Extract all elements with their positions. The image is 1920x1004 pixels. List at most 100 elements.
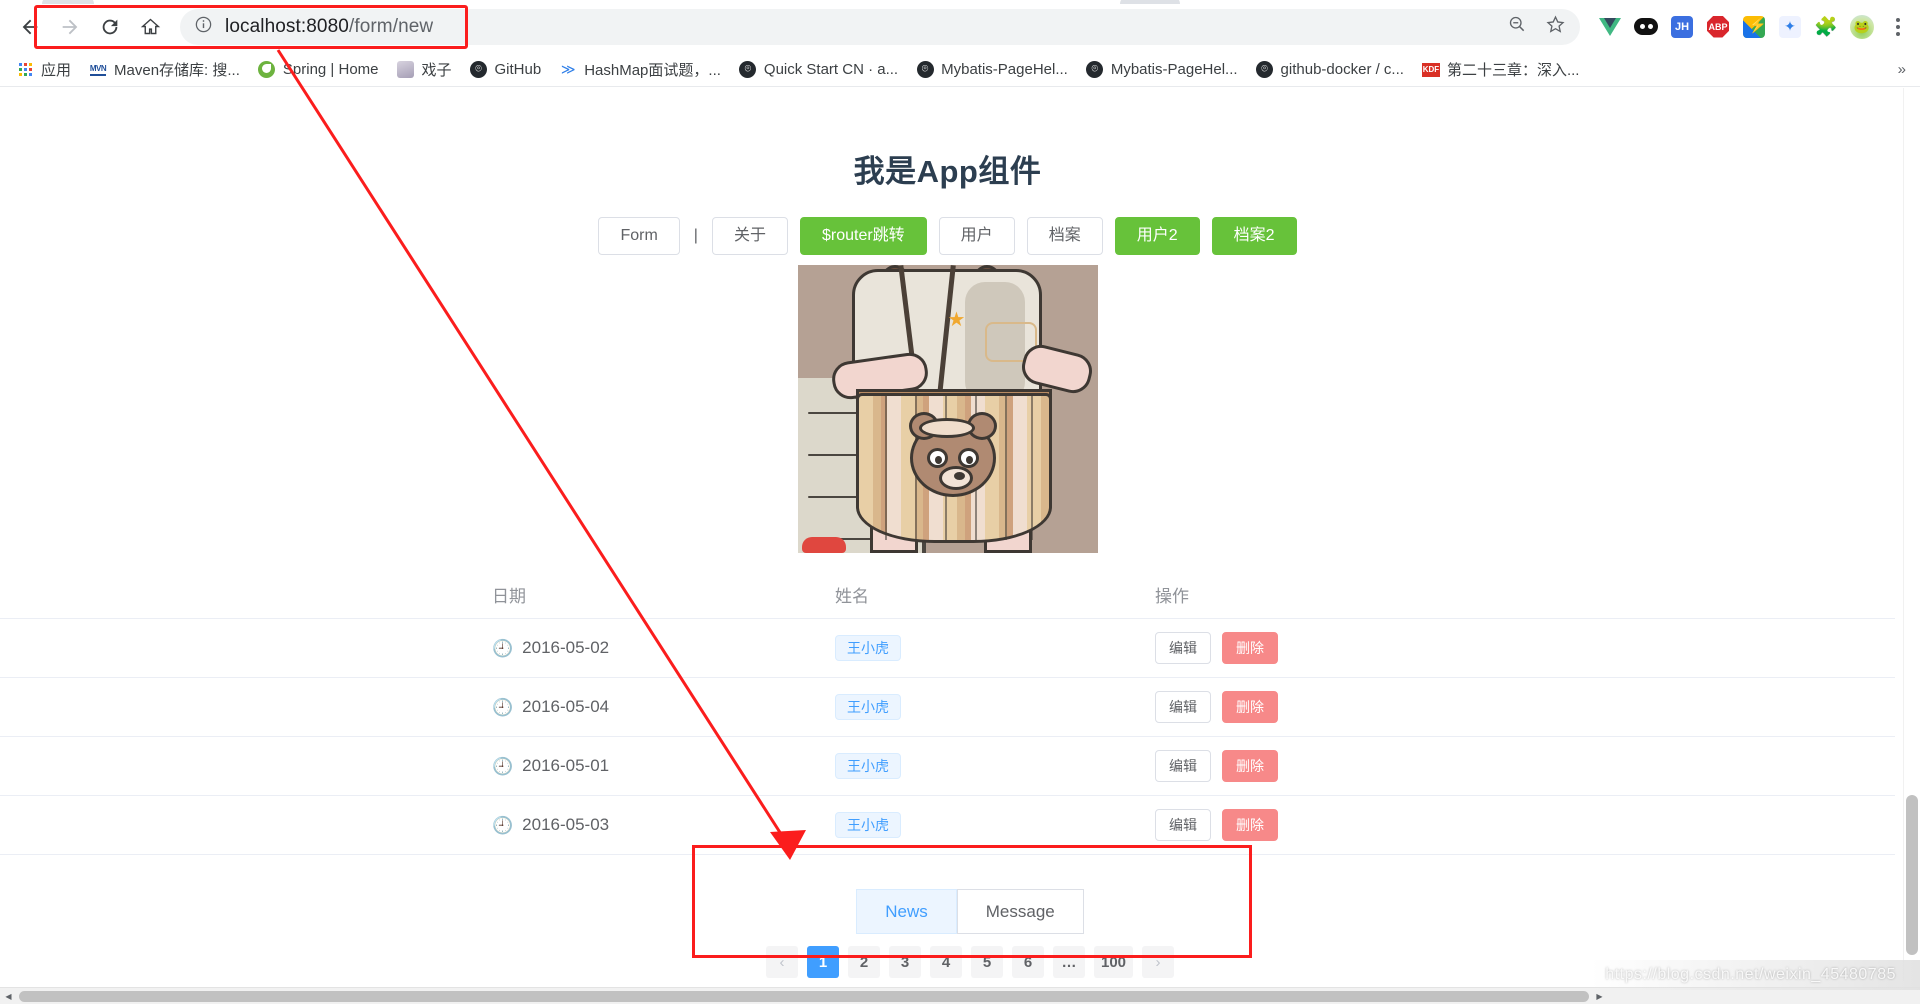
cell-date: 🕘 2016-05-03	[492, 815, 835, 835]
browser-toolbar: localhost:8080/form/new JH ABP ✦ 🧩 🐸	[0, 0, 1920, 53]
nav-link-about[interactable]: 关于	[711, 217, 788, 255]
data-table: 日期 姓名 操作 🕘 2016-05-02 王小虎 编辑 删除 🕘 2016-0…	[0, 571, 1895, 855]
clock-icon: 🕘	[492, 697, 514, 717]
cell-actions: 编辑 删除	[1155, 632, 1455, 664]
extensions-puzzle-icon[interactable]: 🧩	[1814, 15, 1838, 39]
pagination-next[interactable]: ›	[1142, 946, 1175, 978]
forward-button[interactable]	[50, 7, 90, 47]
tab-news[interactable]: News	[856, 889, 957, 934]
apps-grid-icon	[16, 61, 34, 79]
reload-button[interactable]	[90, 7, 130, 47]
bookmark-label: GitHub	[494, 61, 542, 78]
pagination-page-1[interactable]: 1	[806, 946, 839, 978]
cell-date: 🕘 2016-05-01	[492, 756, 835, 776]
zoom-out-icon[interactable]	[1507, 14, 1527, 39]
profile-avatar-icon[interactable]: 🐸	[1850, 14, 1874, 39]
tab-message[interactable]: Message	[956, 889, 1084, 934]
pagination-page-2[interactable]: 2	[847, 946, 880, 978]
cell-date: 🕘 2016-05-04	[492, 697, 835, 717]
tab-strip-stub-right	[1120, 0, 1180, 4]
delete-button[interactable]: 删除	[1222, 691, 1278, 723]
delete-button[interactable]: 删除	[1222, 750, 1278, 782]
kdf-icon: KDF	[1421, 61, 1440, 79]
address-bar-url[interactable]: localhost:8080/form/new	[225, 16, 433, 38]
pagination-page-100[interactable]: 100	[1093, 946, 1134, 978]
nav-link-user[interactable]: 用户	[938, 217, 1015, 255]
pagination-ellipsis[interactable]: …	[1052, 946, 1085, 978]
delete-button[interactable]: 删除	[1222, 632, 1278, 664]
bear-bag	[908, 412, 997, 497]
date-value: 2016-05-04	[522, 697, 610, 716]
bookmark-xizi[interactable]: 戏子	[389, 55, 460, 84]
bookmarks-bar: 应用 MVN Maven存储库: 搜... Spring | Home 戏子 ⌾…	[0, 53, 1920, 87]
bookmark-label: Mybatis-PageHel...	[941, 61, 1068, 78]
table-row: 🕘 2016-05-04 王小虎 编辑 删除	[0, 678, 1895, 737]
name-tag: 王小虎	[835, 635, 901, 661]
blue-bird-extension-icon[interactable]: ✦	[1778, 15, 1802, 39]
watermark-text: https://blog.csdn.net/weixin_45480785	[1605, 966, 1896, 983]
pagination: ‹ 1 2 3 4 5 6 … 100 ›	[690, 946, 1250, 978]
name-tag: 王小虎	[835, 753, 901, 779]
spring-leaf-icon	[258, 61, 276, 79]
table-row: 🕘 2016-05-02 王小虎 编辑 删除	[0, 619, 1895, 678]
bookmark-hashmap[interactable]: ≫ HashMap面试题，...	[551, 55, 729, 84]
nav-link-profile[interactable]: 档案	[1026, 217, 1103, 255]
column-header-name: 姓名	[835, 587, 869, 606]
bookmark-maven[interactable]: MVN Maven存储库: 搜...	[81, 55, 248, 84]
bookmarks-overflow-button[interactable]: »	[1892, 57, 1912, 82]
pagination-page-4[interactable]: 4	[929, 946, 962, 978]
bookmark-quickstart[interactable]: ⌾ Quick Start CN · a...	[731, 57, 906, 83]
anime-avatar-icon	[397, 61, 415, 79]
edit-button[interactable]: 编辑	[1155, 691, 1211, 723]
edit-button[interactable]: 编辑	[1155, 809, 1211, 841]
back-button[interactable]	[10, 7, 50, 47]
clock-icon: 🕘	[492, 756, 514, 776]
bookmark-spring[interactable]: Spring | Home	[250, 57, 387, 83]
vertical-scrollbar-thumb[interactable]	[1906, 795, 1918, 955]
column-header-date: 日期	[492, 587, 526, 606]
table-row: 🕘 2016-05-03 王小虎 编辑 删除	[0, 796, 1895, 855]
github-icon: ⌾	[1256, 61, 1274, 79]
nav-link-form[interactable]: Form	[598, 217, 680, 255]
nav-link-user2[interactable]: 用户2	[1114, 217, 1200, 255]
tab-strip-stub	[42, 0, 94, 4]
bookmark-label: HashMap面试题，...	[584, 62, 721, 79]
clock-icon: 🕘	[492, 638, 514, 658]
bookmark-apps[interactable]: 应用	[8, 55, 79, 84]
colorful-bolt-extension-icon[interactable]	[1742, 15, 1766, 39]
vue-devtools-icon[interactable]	[1598, 15, 1622, 39]
nav-link-profile2[interactable]: 档案2	[1211, 217, 1297, 255]
edit-button[interactable]: 编辑	[1155, 750, 1211, 782]
edit-button[interactable]: 编辑	[1155, 632, 1211, 664]
adblock-plus-icon[interactable]: ABP	[1706, 15, 1730, 39]
dark-oval-extension-icon[interactable]	[1634, 15, 1658, 39]
table-row: 🕘 2016-05-01 王小虎 编辑 删除	[0, 737, 1895, 796]
pagination-page-3[interactable]: 3	[888, 946, 921, 978]
page-viewport: 我是App组件 Form | 关于 $router跳转 用户 档案 用户2 档案…	[0, 88, 1920, 981]
star-charm-icon: ★	[947, 309, 966, 331]
date-value: 2016-05-01	[522, 756, 610, 775]
pagination-page-5[interactable]: 5	[970, 946, 1003, 978]
scroll-left-arrow[interactable]: ◀	[0, 988, 17, 1004]
bookmark-github[interactable]: ⌾ GitHub	[462, 57, 550, 83]
pagination-page-6[interactable]: 6	[1011, 946, 1044, 978]
vertical-scrollbar[interactable]	[1903, 88, 1920, 981]
bookmark-star-icon[interactable]	[1545, 14, 1566, 40]
bookmark-pagehelper-1[interactable]: ⌾ Mybatis-PageHel...	[908, 57, 1076, 83]
delete-button[interactable]: 删除	[1222, 809, 1278, 841]
address-bar[interactable]: localhost:8080/form/new	[180, 8, 1580, 45]
bookmark-pagehelper-2[interactable]: ⌾ Mybatis-PageHel...	[1078, 57, 1246, 83]
bookmark-chapter23[interactable]: KDF 第二十三章：深入...	[1414, 55, 1588, 84]
nav-link-router-jump[interactable]: $router跳转	[799, 217, 927, 255]
home-button[interactable]	[130, 7, 170, 47]
horizontal-scrollbar-thumb[interactable]	[19, 990, 1589, 1002]
cell-name: 王小虎	[835, 694, 1155, 720]
pagination-prev[interactable]: ‹	[765, 946, 798, 978]
jh-extension-icon[interactable]: JH	[1670, 15, 1694, 39]
page-info-icon[interactable]	[194, 15, 213, 39]
cell-actions: 编辑 删除	[1155, 809, 1455, 841]
chrome-menu-icon[interactable]	[1886, 15, 1910, 39]
bookmark-label: Mybatis-PageHel...	[1110, 61, 1238, 78]
date-value: 2016-05-02	[522, 638, 610, 657]
bookmark-github-docker[interactable]: ⌾ github-docker / c...	[1248, 57, 1412, 83]
